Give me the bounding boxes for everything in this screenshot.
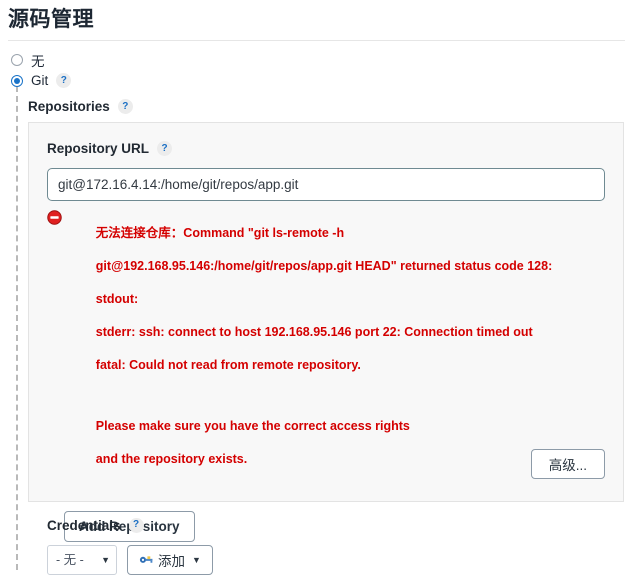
- credentials-label-row: Credentials ?: [47, 517, 605, 533]
- error-line-2: git@192.168.95.146:/home/git/repos/app.g…: [95, 258, 553, 273]
- error-line-4: stderr: ssh: connect to host 192.168.95.…: [95, 325, 533, 340]
- add-credentials-button[interactable]: 添加 ▼: [127, 544, 213, 575]
- advanced-button-label: 高级...: [548, 458, 587, 473]
- radio-none-input[interactable]: [11, 53, 23, 66]
- title-divider: [8, 40, 625, 41]
- credentials-select[interactable]: - 无 -: [47, 544, 117, 575]
- advanced-button-wrapper: 高级...: [530, 449, 605, 479]
- error-circle-icon: [47, 210, 62, 225]
- repositories-heading: Repositories ?: [28, 99, 633, 114]
- error-line-7: and the repository exists.: [95, 452, 248, 467]
- git-help-icon[interactable]: ?: [56, 73, 72, 88]
- radio-git-input[interactable]: [11, 74, 23, 87]
- repository-panel: Repository URL ? 无法连接仓库：Command "git ls-…: [28, 122, 624, 575]
- repository-url-error: 无法连接仓库：Command "git ls-remote -h git@192…: [47, 208, 605, 485]
- error-line-5: fatal: Could not read from remote reposi…: [95, 358, 361, 373]
- error-line-6: Please make sure you have the correct ac…: [95, 419, 410, 434]
- credentials-help-icon[interactable]: ?: [128, 517, 144, 533]
- add-credentials-caret-icon: ▼: [192, 554, 201, 565]
- error-line-1: 无法连接仓库：Command "git ls-remote -h: [95, 225, 345, 240]
- repositories-section: Repositories ? Repository URL ? 无法连接仓库：C…: [28, 99, 633, 575]
- key-icon: [139, 553, 154, 566]
- radio-none-label: 无: [31, 53, 45, 69]
- repository-url-label: Repository URL: [47, 141, 150, 156]
- credentials-select-wrapper: - 无 - ▼: [47, 544, 117, 575]
- add-credentials-label: 添加: [158, 553, 185, 569]
- radio-option-none[interactable]: 无: [11, 49, 633, 70]
- radio-git-label: Git: [31, 73, 49, 88]
- scm-radio-group: 无 Git ?: [0, 49, 633, 91]
- repository-url-input[interactable]: [47, 168, 605, 201]
- credentials-label: Credentials: [47, 517, 121, 533]
- page-title: 源码管理: [8, 8, 94, 31]
- repository-url-label-row: Repository URL ?: [47, 141, 605, 156]
- advanced-button[interactable]: 高级...: [530, 449, 605, 479]
- error-line-3: stdout:: [95, 291, 139, 306]
- scm-indent-guide: [16, 86, 18, 570]
- credentials-row: - 无 - ▼ 添加 ▼: [47, 544, 605, 575]
- repositories-heading-label: Repositories: [28, 99, 110, 114]
- radio-option-git[interactable]: Git ?: [11, 70, 633, 91]
- repositories-help-icon[interactable]: ?: [117, 99, 133, 114]
- repository-url-help-icon[interactable]: ?: [157, 141, 173, 156]
- error-message: 无法连接仓库：Command "git ls-remote -h git@192…: [68, 208, 552, 485]
- error-spacer: [68, 391, 552, 402]
